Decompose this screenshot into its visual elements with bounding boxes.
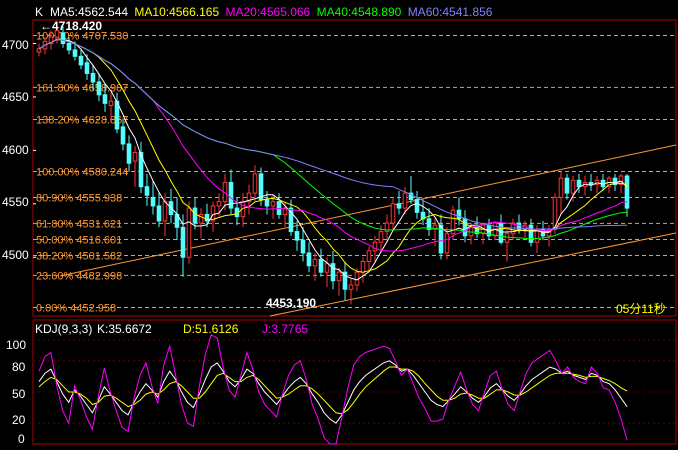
ma-legend: MA5:4562.544 MA10:4566.165 MA20:4565.066 MA… (50, 5, 493, 19)
candle (186, 201, 192, 264)
fib-label: 50.00% 4516.601 (36, 234, 122, 246)
ma-legend-item: MA40:4548.890 (317, 5, 402, 19)
fib-label: 38.20% 4501.582 (36, 251, 122, 263)
price-tick: 4600 (2, 143, 29, 157)
kdj-d-value: D:51.6126 (183, 322, 239, 336)
price-tick: 4500 (2, 248, 29, 262)
fib-label: 61.80% 4531.621 (36, 218, 122, 230)
price-tick: 4650 (2, 90, 29, 104)
kdj-title: KDJ(9,3,3) (35, 322, 92, 336)
low-price-marker: 4453.190 (266, 296, 316, 310)
kdj-j-value: J:3.7765 (262, 322, 308, 336)
ma-legend-item: MA10:4566.165 (134, 5, 219, 19)
kdj-tick: 80 (12, 360, 26, 374)
high-price-marker: ←4718.420 (40, 19, 102, 33)
fib-label: 0.00% 4452.958 (36, 302, 116, 314)
fib-label: 161.80% 4658.907 (36, 82, 128, 94)
price-tick: 4550 (2, 195, 29, 209)
fib-label: 138.20% 4628.867 (36, 115, 128, 127)
price-tick: 4700 (2, 38, 29, 52)
fib-label: 100.00% 4580.244 (36, 166, 128, 178)
countdown-timer: 05分11秒 (616, 302, 666, 316)
ma-legend-item: MA60:4541.856 (408, 5, 493, 19)
kdj-tick: 50 (12, 387, 26, 401)
symbol-label: K (35, 5, 43, 19)
ma-legend-item: MA20:4565.066 (226, 5, 311, 19)
ma-legend-item: MA5:4562.544 (50, 5, 128, 19)
kdj-tick: 100 (6, 338, 26, 352)
chart-canvas[interactable]: 100.00% 4707.530161.80% 4658.907138.20% … (0, 0, 678, 446)
kdj-tick: 0 (18, 432, 25, 445)
fib-label: 80.90% 4555.938 (36, 192, 122, 204)
kdj-k-value: K:35.6672 (97, 322, 152, 336)
kline-chart-window[interactable]: 100.00% 4707.530 161.80% 4658.907 138.20% … (0, 0, 678, 446)
kdj-tick: 20 (12, 413, 26, 427)
